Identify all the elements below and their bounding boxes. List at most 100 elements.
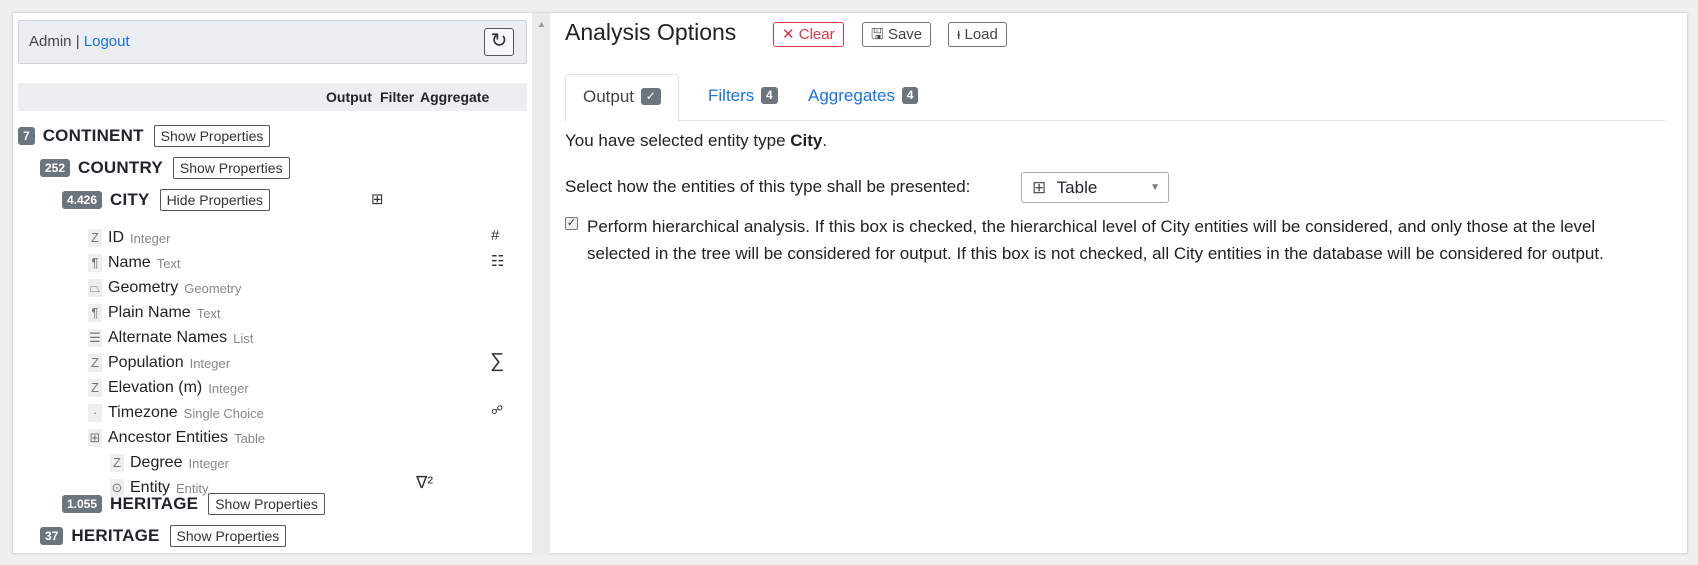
selected-suffix: . — [822, 131, 828, 150]
user-bar: Admin | Logout ↻ — [18, 20, 527, 64]
selected-prefix: You have selected entity type — [565, 131, 791, 150]
clear-button[interactable]: ✕ Clear — [773, 22, 844, 47]
geometry-icon: ⏢ — [88, 279, 102, 297]
property-row-name[interactable]: ¶ Name Text — [88, 252, 181, 274]
property-type: Text — [156, 255, 181, 271]
property-type: Integer — [130, 230, 171, 246]
entity-type-name[interactable]: CITY — [110, 190, 150, 210]
entity-type-name[interactable]: HERITAGE — [71, 526, 159, 546]
presentation-value: Table — [1056, 178, 1098, 197]
entity-type-name[interactable]: COUNTRY — [78, 158, 163, 178]
tab-output[interactable]: Output ✓ — [565, 74, 679, 122]
property-type: Integer — [188, 455, 229, 471]
user-separator: | — [75, 33, 80, 50]
property-row-timezone[interactable]: · Timezone Single Choice — [88, 402, 264, 424]
entity-count-badge: 7 — [18, 127, 35, 145]
property-name: Degree — [130, 454, 183, 471]
property-row-elevation[interactable]: Z Elevation (m) Integer — [88, 377, 249, 399]
property-name: ID — [108, 229, 124, 246]
save-button[interactable]: 🖫 Save — [862, 22, 932, 47]
distribution-aggregate-icon[interactable]: ☍ — [491, 403, 503, 417]
integer-icon: Z — [110, 454, 124, 472]
panel-splitter[interactable]: ▲ — [532, 13, 550, 555]
tree-node-city[interactable]: 4.426 CITY Hide Properties — [62, 187, 271, 213]
refresh-icon: ↻ — [490, 30, 508, 52]
show-properties-button[interactable]: Show Properties — [208, 493, 325, 515]
property-row-geometry[interactable]: ⏢ Geometry Geometry — [88, 277, 241, 299]
integer-icon: Z — [88, 379, 102, 397]
user-name: Admin — [29, 33, 72, 50]
show-properties-button[interactable]: Show Properties — [172, 157, 290, 179]
hide-properties-button[interactable]: Hide Properties — [159, 189, 271, 211]
column-output: Output — [326, 89, 372, 105]
tab-aggregates[interactable]: Aggregates 4 — [791, 74, 935, 121]
count-aggregate-icon[interactable]: # — [491, 227, 499, 244]
tab-filters[interactable]: Filters 4 — [691, 74, 795, 121]
entity-count-badge: 37 — [40, 527, 64, 545]
filter-icon[interactable]: ∇² — [416, 473, 433, 493]
property-type: Table — [234, 430, 266, 446]
scroll-up-icon[interactable]: ▲ — [537, 19, 546, 29]
tree-panel: Admin | Logout ↻ Output Filter Aggregate… — [13, 13, 532, 555]
tab-count-badge: 4 — [761, 87, 778, 104]
property-name: Ancestor Entities — [108, 429, 229, 446]
selected-entity: City — [790, 131, 823, 150]
property-row-degree[interactable]: Z Degree Integer — [110, 452, 229, 474]
property-name: Timezone — [108, 404, 178, 421]
tree-column-header: Output Filter Aggregate — [18, 83, 527, 111]
list-aggregate-icon[interactable]: ☷ — [491, 252, 504, 270]
selected-entity-text: You have selected entity type City. — [565, 131, 827, 151]
property-type: Geometry — [184, 280, 242, 296]
presentation-select[interactable]: ⊞ Table ▼ — [1021, 172, 1169, 203]
tab-count-badge: 4 — [901, 87, 919, 104]
analysis-tabs: Output ✓ Filters 4 Aggregates 4 — [565, 61, 1665, 122]
column-filter: Filter — [380, 89, 415, 105]
text-icon: ¶ — [88, 254, 102, 272]
property-name: Elevation (m) — [108, 379, 203, 396]
tab-label: Aggregates — [808, 86, 895, 105]
property-row-ancestor-entities[interactable]: ⊞ Ancestor Entities Table — [88, 427, 265, 449]
tree-node-heritage[interactable]: 37 HERITAGE Show Properties — [40, 523, 287, 549]
integer-icon: Z — [88, 354, 102, 372]
property-name: Population — [108, 354, 184, 371]
entity-count-badge: 1.055 — [62, 495, 103, 513]
property-type: Integer — [189, 355, 231, 371]
property-name: Plain Name — [108, 304, 191, 321]
property-name: Alternate Names — [108, 329, 228, 346]
text-icon: ¶ — [88, 304, 102, 322]
property-type: Integer — [208, 380, 249, 396]
logout-link[interactable]: Logout — [84, 33, 130, 50]
integer-icon: Z — [88, 229, 102, 247]
table-icon: ⊞ — [88, 429, 102, 447]
presentation-label: Select how the entities of this type sha… — [565, 177, 971, 196]
hierarchical-checkbox[interactable]: ✓ — [565, 217, 578, 230]
tree-node-continent[interactable]: 7 CONTINENT Show Properties — [18, 123, 271, 149]
show-properties-button[interactable]: Show Properties — [153, 125, 271, 147]
property-row-plain-name[interactable]: ¶ Plain Name Text — [88, 302, 221, 324]
column-aggregate: Aggregate — [420, 89, 490, 105]
refresh-button[interactable]: ↻ — [484, 28, 514, 56]
app-frame: Admin | Logout ↻ Output Filter Aggregate… — [12, 12, 1688, 555]
hierarchical-text: Perform hierarchical analysis. If this b… — [587, 217, 1604, 263]
show-properties-button[interactable]: Show Properties — [169, 525, 287, 547]
property-type: List — [233, 330, 254, 346]
property-type: Single Choice — [183, 405, 264, 421]
property-row-id[interactable]: Z ID Integer — [88, 227, 170, 249]
tree-node-country[interactable]: 252 COUNTRY Show Properties — [40, 155, 290, 181]
entity-count-badge: 4.426 — [62, 191, 103, 209]
entity-type-name[interactable]: CONTINENT — [43, 126, 144, 146]
chevron-down-icon: ▼ — [1150, 182, 1160, 193]
table-icon: ⊞ — [1032, 178, 1047, 197]
entity-type-name[interactable]: HERITAGE — [110, 494, 198, 514]
table-output-icon[interactable]: ⊞ — [371, 190, 384, 208]
property-type: Text — [196, 305, 221, 321]
property-name: Name — [108, 254, 151, 271]
sum-aggregate-icon[interactable]: ∑ — [490, 350, 504, 373]
load-button[interactable]: ᵼ Load — [948, 22, 1007, 47]
single-choice-icon: · — [88, 404, 102, 422]
tree-node-heritage-child[interactable]: 1.055 HERITAGE Show Properties — [62, 491, 325, 517]
property-row-population[interactable]: Z Population Integer — [88, 352, 230, 374]
property-row-alternate-names[interactable]: ☰ Alternate Names List — [88, 327, 253, 349]
property-name: Geometry — [108, 279, 179, 296]
tab-label: Output — [583, 87, 635, 106]
